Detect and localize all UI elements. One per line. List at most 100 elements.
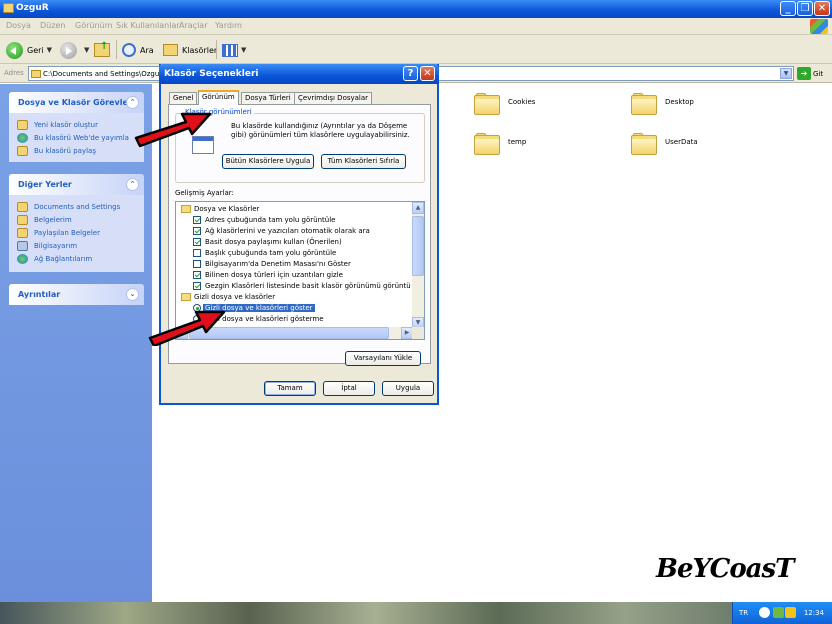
folder-label[interactable]: Cookies — [508, 98, 535, 106]
place-my-documents[interactable]: Belgelerim — [9, 214, 144, 227]
task-share-folder[interactable]: Bu klasörü paylaş — [9, 145, 144, 158]
toolbar-separator — [116, 40, 117, 59]
new-folder-icon — [17, 120, 28, 130]
apply-all-folders-button[interactable]: Bütün Klasörlere Uygula — [222, 154, 314, 169]
folder-userdata-icon[interactable] — [631, 133, 657, 155]
panel-header[interactable]: Ayrıntılar ⌄ — [9, 284, 144, 305]
folder-label[interactable]: UserData — [665, 138, 698, 146]
task-new-folder[interactable]: Yeni klasör oluştur — [9, 119, 144, 132]
apply-button[interactable]: Uygula — [382, 381, 434, 396]
annotation-arrow-icon — [148, 310, 226, 346]
menu-duzen[interactable]: Düzen — [40, 21, 65, 30]
up-folder-button[interactable]: ↑ — [94, 40, 110, 60]
folders-button[interactable]: Klasörler — [163, 40, 217, 60]
file-folder-tasks-panel: Dosya ve Klasör Görevleri ⌃ Yeni klasör … — [9, 92, 144, 162]
menu-gorunum[interactable]: Görünüm — [75, 21, 112, 30]
setting-checkbox[interactable]: Başlık çubuğunda tam yolu görüntüle — [176, 248, 412, 258]
close-button[interactable]: ✕ — [814, 1, 830, 16]
share-folder-icon — [17, 146, 28, 156]
folder-temp-icon[interactable] — [474, 133, 500, 155]
checkbox[interactable] — [193, 271, 201, 279]
menu-yardim[interactable]: Yardım — [215, 21, 242, 30]
setting-checkbox[interactable]: Bilgisayarım'da Denetim Masası'nı Göster — [176, 259, 412, 269]
window-titlebar[interactable]: OzguR _ ❐ ✕ — [0, 0, 832, 18]
views-button[interactable]: ▼ — [222, 40, 246, 60]
minimize-button[interactable]: _ — [780, 1, 796, 16]
maximize-button[interactable]: ❐ — [797, 1, 813, 16]
folder-icon — [181, 293, 191, 301]
place-shared-documents[interactable]: Paylaşılan Belgeler — [9, 227, 144, 240]
security-tray-icon[interactable] — [785, 607, 796, 618]
collapse-icon[interactable]: ⌃ — [126, 178, 139, 191]
search-icon — [122, 43, 136, 57]
settings-category: Dosya ve Klasörler — [176, 204, 412, 214]
views-icon — [222, 43, 238, 57]
up-folder-icon: ↑ — [94, 41, 110, 57]
folder-desktop-icon[interactable] — [631, 93, 657, 115]
dialog-titlebar[interactable]: Klasör Seçenekleri ? ✕ — [159, 64, 439, 84]
setting-checkbox[interactable]: Adres çubuğunda tam yolu görüntüle — [176, 215, 412, 225]
taskbar: TR 12:34 — [0, 602, 832, 624]
menu-araclar[interactable]: Araçlar — [179, 21, 207, 30]
help-button[interactable]: ? — [403, 66, 418, 81]
task-pane: Dosya ve Klasör Görevleri ⌃ Yeni klasör … — [0, 84, 152, 602]
back-button[interactable]: Geri ▼ — [6, 40, 52, 60]
back-arrow-icon — [6, 41, 23, 59]
setting-checkbox[interactable]: Gezgin Klasörleri listesinde basit klasö… — [176, 281, 412, 291]
folder-icon — [3, 3, 14, 13]
folder-icon — [31, 70, 41, 78]
menu-dosya[interactable]: Dosya — [6, 21, 31, 30]
advanced-settings-label: Gelişmiş Ayarlar: — [175, 189, 234, 197]
go-button[interactable]: ➔ Git — [797, 67, 823, 80]
place-network[interactable]: Ağ Bağlantılarım — [9, 253, 144, 266]
forward-button[interactable]: ▼ — [60, 40, 89, 60]
dialog-close-button[interactable]: ✕ — [420, 66, 435, 81]
checkbox[interactable] — [193, 260, 201, 268]
computer-icon — [17, 241, 28, 251]
checkbox[interactable] — [193, 227, 201, 235]
checkbox[interactable] — [193, 238, 201, 246]
search-button[interactable]: Ara — [122, 40, 154, 60]
folder-cookies-icon[interactable] — [474, 93, 500, 115]
clock[interactable]: 12:34 — [804, 609, 824, 617]
checkbox[interactable] — [193, 216, 201, 224]
folder-label[interactable]: Desktop — [665, 98, 694, 106]
network-tray-icon[interactable] — [773, 607, 784, 618]
menu-sik-kullanilanlar[interactable]: Sık Kullanılanlar — [116, 21, 180, 30]
scroll-up-icon[interactable]: ▲ — [412, 202, 424, 214]
vertical-scrollbar[interactable]: ▲ ▼ — [412, 202, 424, 329]
documents-icon — [17, 215, 28, 225]
panel-header[interactable]: Dosya ve Klasör Görevleri ⌃ — [9, 92, 144, 113]
tab-genel[interactable]: Genel — [169, 92, 198, 104]
restore-defaults-button[interactable]: Varsayılanı Yükle — [345, 351, 421, 366]
shared-folder-icon — [17, 228, 28, 238]
tab-cevrimdisi-dosyalar[interactable]: Çevrimdışı Dosyalar — [294, 92, 373, 104]
setting-checkbox[interactable]: Basit dosya paylaşımı kullan (Önerilen) — [176, 237, 412, 247]
go-arrow-icon: ➔ — [797, 67, 811, 80]
place-my-computer[interactable]: Bilgisayarım — [9, 240, 144, 253]
tab-dosya-turleri[interactable]: Dosya Türleri — [241, 92, 295, 104]
expand-tray-icon[interactable] — [759, 607, 770, 618]
folder-icon — [17, 202, 28, 212]
setting-checkbox[interactable]: Bilinen dosya türleri için uzantıları gi… — [176, 270, 412, 280]
task-publish-web[interactable]: Bu klasörü Web'de yayımla — [9, 132, 144, 145]
language-indicator[interactable]: TR — [739, 609, 748, 617]
address-dropdown-button[interactable]: ▼ — [780, 68, 792, 79]
checkbox[interactable] — [193, 282, 201, 290]
checkbox[interactable] — [193, 249, 201, 257]
place-documents-settings[interactable]: Documents and Settings — [9, 201, 144, 214]
chevron-down-icon: ▼ — [84, 46, 90, 54]
folder-label[interactable]: temp — [508, 138, 526, 146]
reset-all-folders-button[interactable]: Tüm Klasörleri Sıfırla — [321, 154, 406, 169]
watermark-logo: BeYCoasT — [656, 554, 794, 584]
window-title: OzguR — [16, 3, 49, 13]
expand-icon[interactable]: ⌄ — [126, 288, 139, 301]
panel-header[interactable]: Diğer Yerler ⌃ — [9, 174, 144, 195]
globe-icon — [17, 133, 28, 143]
ok-button[interactable]: Tamam — [264, 381, 316, 396]
setting-checkbox[interactable]: Ağ klasörlerini ve yazıcıları otomatik o… — [176, 226, 412, 236]
cancel-button[interactable]: İptal — [323, 381, 375, 396]
tab-gorunum[interactable]: Görünüm — [198, 90, 239, 105]
scroll-thumb[interactable] — [412, 216, 424, 276]
chevron-down-icon: ▼ — [241, 46, 247, 54]
